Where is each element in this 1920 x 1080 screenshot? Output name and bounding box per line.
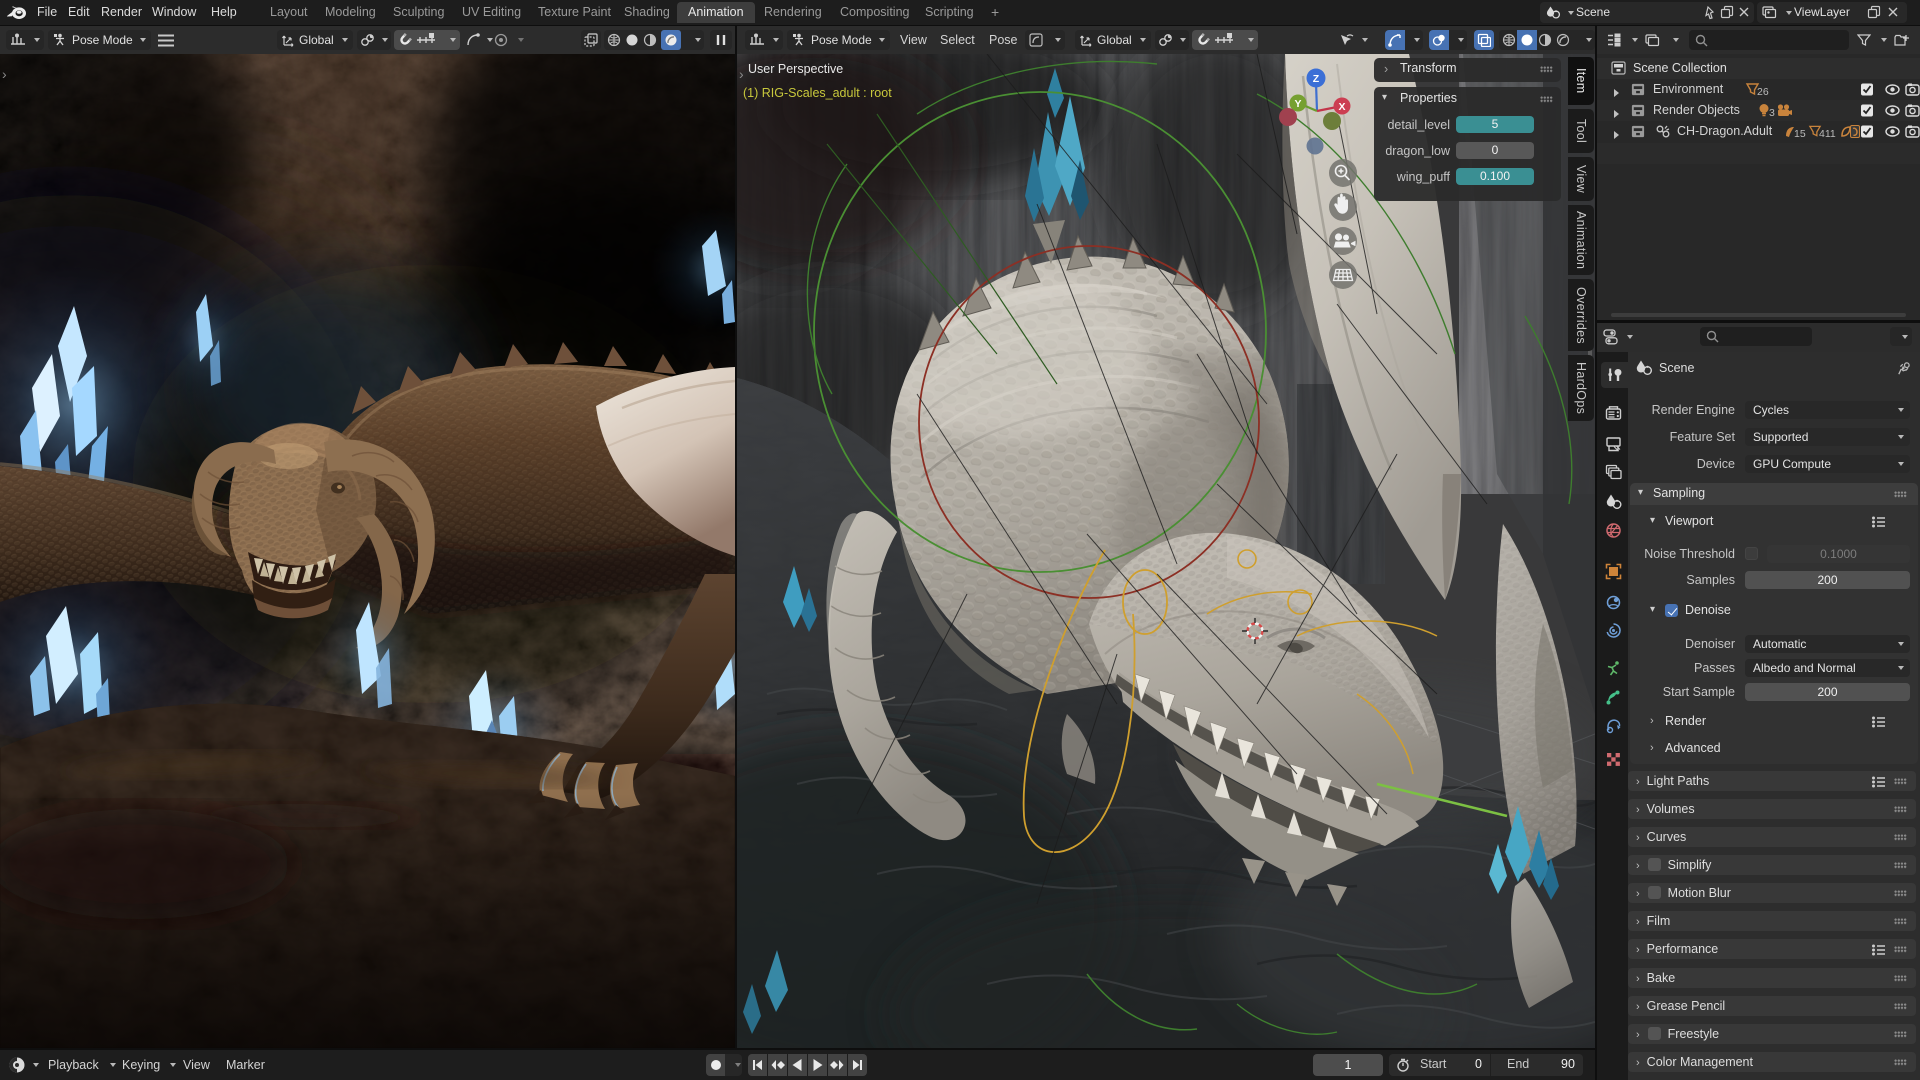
svg-text:Z: Z <box>1313 73 1320 85</box>
svg-text:X: X <box>1338 101 1345 113</box>
svg-text:Y: Y <box>1294 98 1301 110</box>
